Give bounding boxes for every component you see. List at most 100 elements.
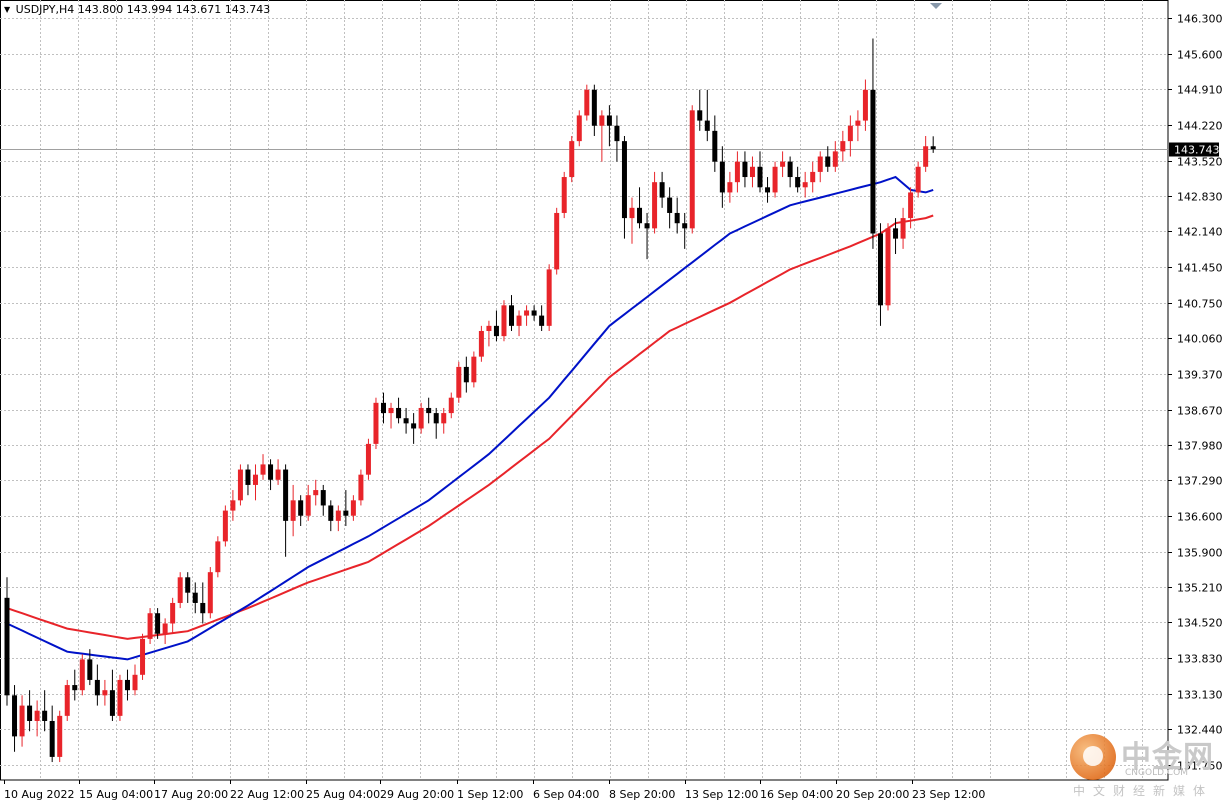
candle	[727, 171, 733, 203]
candle	[162, 618, 168, 645]
candle-body	[817, 156, 823, 172]
candle-body	[591, 89, 597, 126]
candle	[418, 402, 424, 434]
candle	[599, 110, 605, 162]
candle	[140, 633, 146, 680]
candle	[177, 572, 183, 609]
symbol-menu-icon[interactable]: ▼	[4, 5, 10, 14]
x-tick-label: 23 Sep 12:00	[912, 788, 985, 801]
candle	[94, 664, 100, 706]
candle-body	[102, 690, 108, 696]
candle	[320, 484, 326, 516]
candle-body	[524, 310, 530, 316]
candle-body	[584, 89, 590, 116]
candle-body	[742, 161, 748, 178]
candle-body	[667, 197, 673, 213]
candle	[908, 187, 914, 229]
candle-body	[757, 166, 763, 188]
candle-body	[546, 269, 552, 326]
y-tick-label: 139.370	[1177, 369, 1223, 382]
x-tick-label: 8 Sep 20:00	[609, 788, 675, 801]
candle	[350, 495, 356, 521]
candle-body	[606, 115, 612, 126]
candle-body	[343, 510, 349, 516]
candle-body	[870, 89, 876, 234]
candle-body	[94, 679, 100, 696]
candle	[290, 484, 296, 537]
candle-body	[433, 413, 439, 424]
candle	[365, 438, 371, 480]
y-tick-label: 144.220	[1177, 120, 1223, 133]
candle	[606, 105, 612, 147]
candle	[742, 151, 748, 188]
candle	[230, 490, 236, 521]
open-value: 143.800	[77, 3, 124, 16]
candle-body	[719, 161, 725, 193]
candle-body	[350, 500, 356, 516]
candle-body	[749, 166, 755, 178]
candle	[373, 397, 379, 450]
candle-body	[290, 500, 296, 521]
candle	[847, 115, 853, 157]
ma-slow-line	[6, 214, 934, 640]
candle	[260, 454, 266, 480]
candle	[237, 464, 243, 506]
candle-body	[411, 423, 417, 429]
candle	[885, 223, 891, 311]
candle	[591, 84, 597, 136]
candle	[124, 669, 130, 701]
candle	[471, 351, 477, 388]
candle	[448, 392, 454, 419]
candle	[222, 505, 228, 547]
y-tick-label: 145.600	[1177, 49, 1223, 62]
y-tick-label: 135.900	[1177, 547, 1223, 560]
candle-body	[12, 695, 18, 737]
candle-body	[569, 141, 575, 178]
candle-body	[260, 464, 266, 475]
candle	[915, 161, 921, 198]
candle-body	[697, 110, 703, 121]
candle	[207, 567, 213, 619]
candle	[49, 705, 55, 763]
candle-body	[237, 469, 243, 501]
candle	[79, 654, 85, 696]
candle	[780, 151, 786, 178]
candle-body	[140, 638, 146, 675]
candle-body	[448, 397, 454, 414]
candle	[524, 305, 530, 326]
y-tick-label: 133.830	[1177, 653, 1223, 666]
candle-body	[629, 207, 635, 219]
candle	[674, 197, 680, 234]
candle	[576, 110, 582, 147]
candle	[441, 407, 447, 434]
candle-body	[471, 356, 477, 383]
y-tick-label: 138.670	[1177, 405, 1223, 418]
candle-body	[313, 490, 319, 496]
candle	[614, 115, 620, 162]
candle	[765, 177, 771, 203]
candle	[719, 146, 725, 208]
candle-body	[614, 125, 620, 142]
y-tick-label: 136.600	[1177, 511, 1223, 524]
candle-body	[230, 500, 236, 511]
candle	[825, 146, 831, 172]
x-tick-label: 13 Sep 12:00	[685, 788, 758, 801]
candle	[102, 679, 108, 706]
candle	[200, 582, 206, 624]
candle-body	[885, 228, 891, 306]
candle-body	[456, 366, 462, 398]
candle-body	[637, 207, 643, 224]
y-tick-label: 146.300	[1177, 13, 1223, 26]
candle	[704, 89, 710, 142]
candle	[629, 197, 635, 244]
candle-body	[64, 685, 70, 716]
candle-body	[49, 720, 55, 757]
candle-body	[72, 685, 78, 691]
candle-body	[704, 120, 710, 131]
candle-body	[381, 402, 386, 414]
candle-body	[539, 315, 545, 326]
candle-body	[501, 305, 507, 337]
candle	[795, 166, 801, 193]
candle-body	[373, 402, 379, 444]
candle-body	[335, 510, 341, 521]
